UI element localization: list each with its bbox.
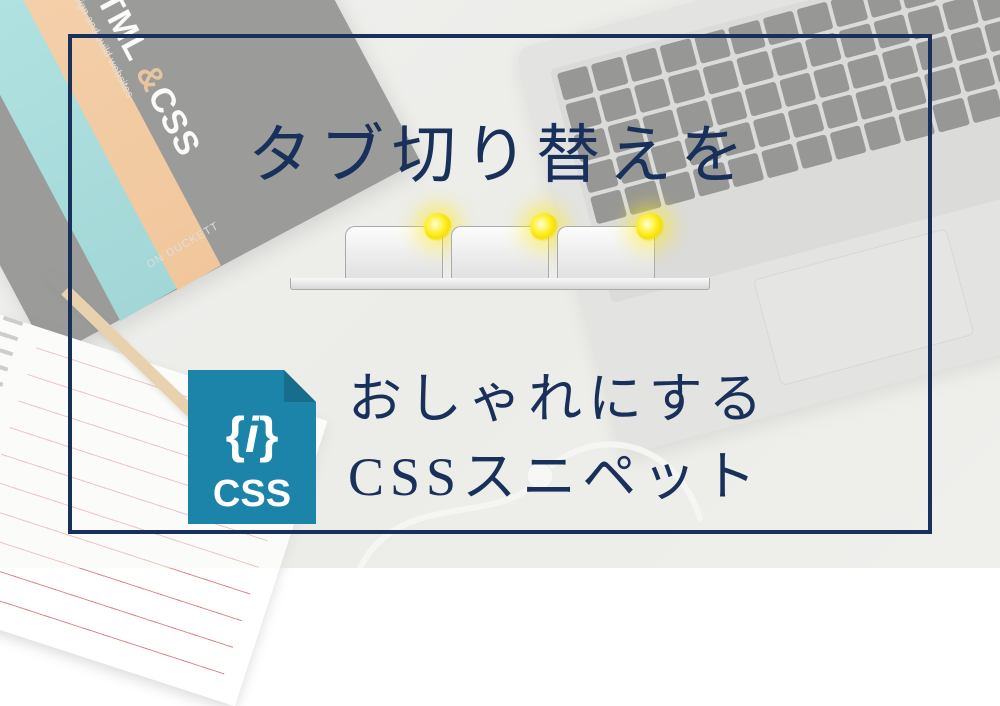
headline-line2: おしゃれにする [348,360,769,438]
tab-3 [557,226,655,280]
bulb-icon [424,213,452,241]
bulb-icon [636,213,664,241]
tab-2 [451,226,549,280]
css-badge-label: CSS [213,473,291,515]
headline-line3: CSSスニペット [348,438,769,516]
tab-1 [345,226,443,280]
bulb-icon [530,213,558,241]
tab-base [290,278,710,290]
headline-block: おしゃれにする CSSスニペット [348,360,769,517]
css-badge-braces: {i} [226,407,279,463]
css-file-icon: {i} CSS [180,366,324,528]
tabs-graphic [341,226,659,280]
headline-line1: タブ切り替えを [72,104,928,196]
title-frame: タブ切り替えを {i} CSS おしゃれにする CSSスニペット [68,34,932,534]
